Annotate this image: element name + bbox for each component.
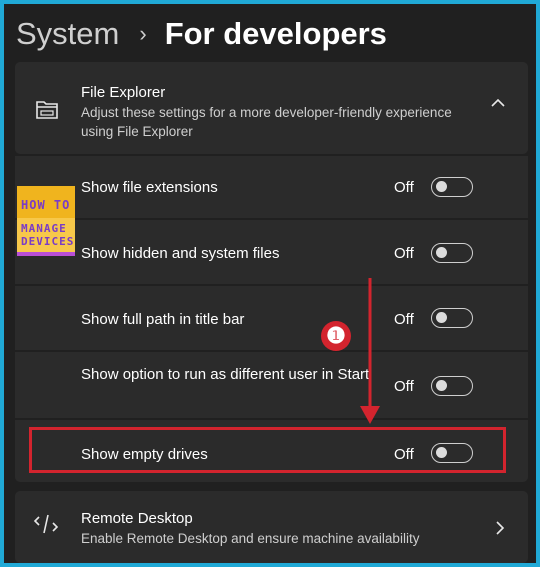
toggle-state-text: Off	[394, 378, 414, 395]
settings-window: System › For developers File Explorer Ad…	[4, 4, 536, 563]
setting-row-hidden-files: Show hidden and system files Off	[15, 220, 528, 284]
file-explorer-description: Adjust these settings for a more develop…	[81, 105, 452, 139]
breadcrumb: System › For developers	[16, 14, 387, 54]
toggle-knob	[436, 312, 447, 323]
toggle-state-text: Off	[394, 245, 414, 262]
annotation-highlight-box	[29, 427, 506, 473]
folder-icon	[36, 101, 58, 119]
toggle-knob	[436, 247, 447, 258]
watermark-stripe	[17, 252, 75, 256]
file-explorer-section-header[interactable]: File Explorer Adjust these settings for …	[15, 62, 528, 154]
toggle-switch-full-path[interactable]	[431, 308, 473, 328]
setting-label: Show option to run as different user in …	[81, 366, 370, 383]
toggle-state-text: Off	[394, 179, 414, 196]
setting-label: Show full path in title bar	[81, 311, 245, 328]
breadcrumb-system[interactable]: System	[16, 16, 119, 52]
file-explorer-title: File Explorer	[81, 84, 166, 101]
watermark-line-2: MANAGE	[21, 222, 67, 235]
chevron-up-icon[interactable]	[491, 98, 505, 108]
watermark-line-1: HOW TO	[21, 198, 71, 212]
annotation-step-badge: ❶	[321, 321, 351, 351]
breadcrumb-separator: ›	[139, 21, 147, 46]
page-title: For developers	[164, 16, 387, 51]
setting-row-full-path: Show full path in title bar Off	[15, 286, 528, 350]
remote-desktop-row[interactable]: Remote Desktop Enable Remote Desktop and…	[15, 491, 528, 563]
toggle-knob	[436, 181, 447, 192]
toggle-switch-run-as-different-user[interactable]	[431, 376, 473, 396]
chevron-right-icon[interactable]	[495, 521, 505, 535]
remote-desktop-title: Remote Desktop	[81, 510, 193, 527]
setting-row-file-extensions: Show file extensions Off	[15, 156, 528, 218]
watermark-logo: HOW TO MANAGE DEVICES	[17, 186, 75, 256]
setting-row-run-as-different-user: Show option to run as different user in …	[15, 352, 528, 418]
toggle-switch-hidden-files[interactable]	[431, 243, 473, 263]
toggle-knob	[436, 380, 447, 391]
watermark-line-3: DEVICES	[21, 235, 75, 248]
setting-label: Show file extensions	[81, 179, 218, 196]
toggle-state-text: Off	[394, 311, 414, 328]
remote-desktop-description: Enable Remote Desktop and ensure machine…	[81, 531, 420, 546]
setting-label: Show hidden and system files	[81, 245, 280, 262]
toggle-switch-file-extensions[interactable]	[431, 177, 473, 197]
remote-desktop-icon	[33, 514, 59, 534]
